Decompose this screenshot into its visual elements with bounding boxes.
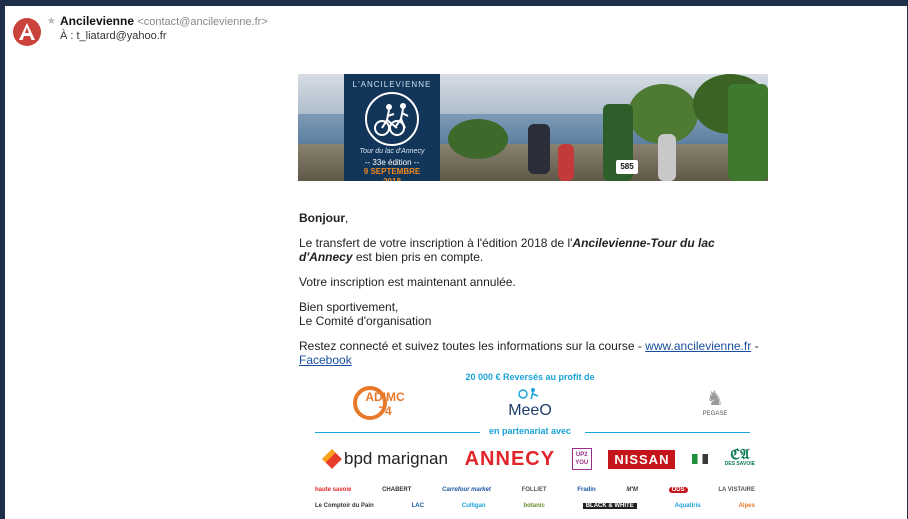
sponsor-logo[interactable]: LAC: [412, 503, 424, 509]
signature-line-1: Bien sportivement,: [299, 300, 399, 314]
sender-block: Ancilevienne <contact@ancilevienne.fr> À…: [60, 14, 268, 43]
runner-figure: [528, 124, 550, 174]
flag-icon: [692, 454, 709, 464]
annecy-logo[interactable]: ANNECY: [465, 448, 555, 471]
nissan-logo[interactable]: NISSAN: [608, 449, 676, 469]
ca-sub-label: DES SAVOIE: [724, 461, 755, 467]
small-sponsors-row-1: haute savoie CHABERT Carrefour market FO…: [315, 484, 755, 496]
partner-heading: en partenariat avec: [488, 426, 572, 436]
follow-text: Restez connecté et suivez toutes les inf…: [299, 339, 646, 353]
signature-line-2: Le Comité d'organisation: [299, 314, 432, 328]
link-separator: -: [751, 339, 759, 353]
bib-number: 585: [616, 160, 638, 174]
signature: Bien sportivement, Le Comité d'organisat…: [299, 300, 769, 328]
main-sponsors-row: bpd marignan ANNECY UP2 YOU NISSAN ℭ𝔄 DE…: [322, 446, 755, 472]
logo-date: 9 SEPTEMBRE: [363, 167, 421, 176]
sender-email[interactable]: <contact@ancilevienne.fr>: [137, 16, 267, 28]
pegase-logo[interactable]: ♞ PEGASE: [680, 386, 750, 426]
pegase-label: PEGASE: [702, 411, 728, 417]
transfer-text-after: est bien pris en compte.: [352, 250, 484, 264]
website-link[interactable]: www.ancilevienne.fr: [645, 339, 751, 353]
sender-name[interactable]: Ancilevienne: [60, 14, 134, 28]
transfer-paragraph: Le transfert de votre inscription à l'éd…: [299, 236, 769, 264]
sponsor-logo[interactable]: Fradin: [577, 487, 595, 493]
facebook-link[interactable]: Facebook: [299, 353, 352, 367]
email-header: ★ Ancilevienne <contact@ancilevienne.fr>…: [13, 14, 268, 54]
bpd-mark-icon: [322, 449, 342, 469]
sponsor-logo[interactable]: botanic: [523, 503, 544, 509]
bpd-label: bpd marignan: [344, 449, 448, 468]
avatar-letter-icon: [19, 23, 35, 40]
sponsor-logo[interactable]: LA VISTAIRE: [718, 487, 755, 493]
cyclist-runner-icon: [365, 92, 419, 146]
cancel-paragraph: Votre inscription est maintenant annulée…: [299, 275, 516, 289]
logo-year: 2018: [344, 177, 440, 181]
sponsor-logo[interactable]: Aquatiris: [675, 503, 701, 509]
logo-edition: -- 33e édition --: [364, 158, 420, 167]
sponsor-logo[interactable]: ODS: [668, 487, 688, 493]
event-logo: L'ANCILEVIENNE Tour du lac d'Annecy -- 3…: [344, 74, 440, 181]
sponsor-logo[interactable]: BLACK & WHITE: [582, 503, 637, 509]
event-banner: 585 L'ANCILEVIENNE Tour du lac d'Annecy …: [298, 74, 768, 181]
credit-agricole-logo[interactable]: ℭ𝔄 DES SAVOIE: [724, 447, 755, 469]
greeting-comma: ,: [345, 211, 349, 225]
star-icon[interactable]: ★: [47, 16, 56, 27]
charity-heading: 20 000 € Reversés au profit de: [465, 372, 595, 382]
sponsors-section: 20 000 € Reversés au profit de ADIMC 74 …: [305, 366, 755, 516]
banner-tree: [448, 119, 508, 159]
bpd-marignan-logo[interactable]: bpd marignan: [322, 449, 448, 469]
sponsor-logo[interactable]: Carrefour market: [442, 487, 491, 493]
up2you-logo[interactable]: UP2 YOU: [571, 448, 592, 470]
sender-avatar[interactable]: [13, 18, 41, 46]
sponsor-logo[interactable]: Culligan: [462, 503, 486, 509]
greeting-paragraph: Bonjour,: [299, 211, 769, 225]
transfer-text-before: Le transfert de votre inscription à l'éd…: [299, 236, 573, 250]
logo-arc-text: L'ANCILEVIENNE: [352, 80, 432, 89]
greeting: Bonjour: [299, 211, 345, 225]
runner-figure: [658, 134, 676, 181]
sponsor-logo[interactable]: CHABERT: [382, 487, 411, 493]
pegasus-icon: ♞: [706, 388, 724, 410]
recipient-line: À : t_liatard@yahoo.fr: [59, 30, 167, 42]
sponsor-logo[interactable]: M'M: [626, 487, 637, 493]
meeo-figures-icon: [495, 386, 565, 402]
meeo-label: MeeO: [508, 402, 552, 419]
sponsor-logo[interactable]: Alpes: [739, 503, 755, 509]
logo-script-text: Tour du lac d'Annecy: [359, 148, 425, 155]
adimc-logo[interactable]: ADIMC 74: [330, 386, 410, 426]
sponsor-logo[interactable]: haute savoie: [315, 487, 351, 493]
small-sponsors-row-2: Le Comptoir du Pain LAC Culligan botanic…: [315, 500, 755, 512]
follow-paragraph: Restez connecté et suivez toutes les inf…: [299, 339, 769, 367]
runner-figure: [558, 144, 574, 181]
meeo-logo[interactable]: MeeO: [495, 386, 565, 426]
adimc-label: ADIMC 74: [365, 390, 405, 418]
email-body: Bonjour, Le transfert de votre inscripti…: [299, 211, 769, 378]
sponsor-logo[interactable]: FOLLIET: [522, 487, 547, 493]
sponsor-logo[interactable]: Le Comptoir du Pain: [315, 503, 374, 509]
email-frame: ★ Ancilevienne <contact@ancilevienne.fr>…: [5, 6, 907, 519]
runner-figure: [728, 84, 768, 181]
